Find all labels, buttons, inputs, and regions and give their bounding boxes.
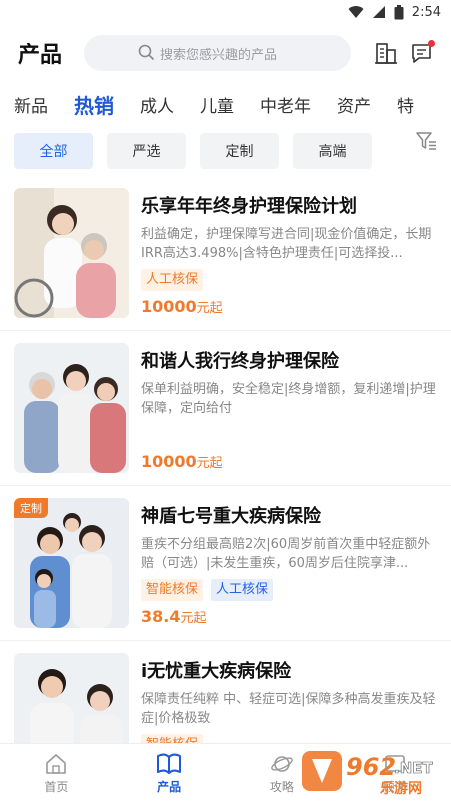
tab-hot[interactable]: 热销	[74, 90, 114, 119]
battery-icon	[394, 4, 404, 19]
product-desc: 利益确定，护理保障写进合同|现金价值确定，长期IRR高达3.498%|含特色护理…	[141, 227, 432, 261]
product-name: i无忧重大疾病保险	[141, 661, 292, 682]
tab-new[interactable]: 新品	[14, 92, 48, 117]
product-name: 和谐人我行终身护理保险	[141, 351, 339, 372]
book-icon	[157, 753, 182, 774]
tab-adult[interactable]: 成人	[140, 92, 174, 117]
tab-special[interactable]: 特	[397, 92, 414, 117]
product-desc: 保单利益明确，安全稳定|终身增额，复利递增|护理保障，定向给付	[141, 382, 436, 416]
filter-row: 全部 严选 定制 高端	[0, 126, 451, 176]
price-unit: 元起	[180, 611, 207, 626]
messages-button[interactable]	[407, 38, 437, 68]
filter-icon[interactable]	[415, 130, 437, 152]
product-list: 乐享年年终身护理保险计划 利益确定，护理保障写进合同|现金价值确定，长期IRR高…	[0, 176, 451, 796]
filter-selected[interactable]: 严选	[107, 133, 186, 169]
notification-dot	[428, 40, 435, 47]
product-desc: 重疾不分组最高赔2次|60周岁前首次重中轻症额外赔（可选）|未发生重疾，60周岁…	[141, 537, 431, 571]
wifi-icon	[348, 6, 364, 19]
watermark-logo: 962 .NET 乐游网	[300, 745, 445, 799]
price-unit: 元起	[196, 456, 223, 471]
price-unit: 元起	[196, 301, 223, 316]
page-title: 产品	[18, 43, 63, 68]
status-bar: 2:54	[0, 0, 451, 24]
svg-text:乐游网: 乐游网	[380, 780, 422, 797]
company-button[interactable]	[371, 38, 401, 68]
svg-text:.NET: .NET	[394, 759, 433, 777]
building-icon	[375, 43, 397, 64]
product-price: 38.4	[141, 607, 181, 626]
product-desc: 保障责任纯粹 中、轻症可选|保障多种高发重疾及轻症|价格极致	[141, 692, 436, 726]
filter-custom[interactable]: 定制	[200, 133, 279, 169]
custom-badge: 定制	[14, 498, 48, 518]
nav-home-label: 首页	[44, 780, 69, 794]
svg-text:962: 962	[346, 753, 396, 781]
home-icon	[46, 754, 67, 774]
nav-products-label: 产品	[157, 780, 182, 794]
product-price: 10000	[141, 297, 197, 316]
product-card[interactable]: 定制 神盾七号重大疾病保险 重疾不分组最高赔2次|60周岁前首次重中轻症额外赔（…	[0, 486, 451, 641]
nav-home[interactable]: 首页	[0, 744, 113, 803]
product-name: 乐享年年终身护理保险计划	[141, 196, 357, 217]
planet-icon	[271, 756, 293, 772]
search-icon	[138, 44, 155, 61]
tab-assets[interactable]: 资产	[337, 92, 371, 117]
search-input[interactable]: 搜索您感兴趣的产品	[84, 35, 351, 71]
tag-smart-underwriting: 智能核保	[141, 579, 204, 601]
signal-icon	[372, 6, 385, 18]
product-image: 定制	[14, 498, 129, 628]
nav-products[interactable]: 产品	[113, 744, 226, 803]
nav-guides-label: 攻略	[269, 780, 294, 794]
tab-elderly[interactable]: 中老年	[260, 92, 311, 117]
product-card[interactable]: 和谐人我行终身护理保险 保单利益明确，安全稳定|终身增额，复利递增|护理保障，定…	[0, 331, 451, 486]
product-name: 神盾七号重大疾病保险	[141, 506, 321, 527]
search-placeholder: 搜索您感兴趣的产品	[160, 47, 278, 63]
tag-manual-underwriting: 人工核保	[211, 579, 274, 601]
filter-all[interactable]: 全部	[14, 133, 93, 169]
clock: 2:54	[411, 4, 441, 20]
category-tabs: 新品 热销 成人 儿童 中老年 资产 特	[0, 82, 451, 126]
product-price: 10000	[141, 452, 197, 471]
filter-premium[interactable]: 高端	[293, 133, 372, 169]
product-image	[14, 188, 129, 318]
header: 产品 搜索您感兴趣的产品	[0, 24, 451, 82]
tag-manual-underwriting: 人工核保	[141, 269, 204, 291]
product-image	[14, 343, 129, 473]
product-card[interactable]: 乐享年年终身护理保险计划 利益确定，护理保障写进合同|现金价值确定，长期IRR高…	[0, 176, 451, 331]
tab-children[interactable]: 儿童	[200, 92, 234, 117]
